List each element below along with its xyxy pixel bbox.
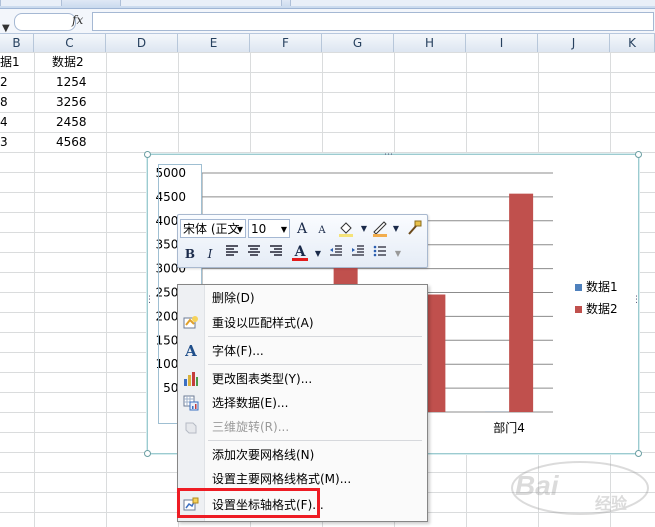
menu-item-reset-style[interactable]: 重设以匹配样式(A) [178, 311, 427, 335]
menu-item-select-data[interactable]: 选择数据(E)... [178, 391, 427, 415]
chevron-down-icon[interactable]: ▼ [281, 220, 287, 237]
mini-format-toolbar: 宋体 (正文 ▼ 10 ▼ A A ▼ ▼ B I A ▼ ▼ [177, 214, 428, 268]
menu-item-label: 选择数据(E)... [212, 396, 289, 410]
format-painter-icon[interactable] [404, 219, 424, 239]
font-color-button[interactable]: A [290, 242, 310, 262]
chart-type-icon [183, 371, 199, 387]
font-name-value: 宋体 (正文 [183, 222, 240, 236]
legend-swatch [575, 284, 582, 291]
watermark-text: Bai [515, 470, 559, 501]
bar-series2 [509, 193, 534, 412]
menu-separator [208, 336, 422, 337]
menu-item-change-chart-type[interactable]: 更改图表类型(Y)... [178, 367, 427, 391]
reset-style-icon [183, 315, 199, 331]
menu-item-label: 重设以匹配样式(A) [212, 316, 314, 330]
legend-label: 数据2 [586, 301, 618, 316]
menu-item-label: 字体(F)... [212, 344, 264, 358]
bullets-icon[interactable] [370, 244, 390, 264]
chevron-down-icon[interactable]: ▼ [237, 220, 243, 237]
menu-item-label: 添加次要网格线(N) [212, 448, 315, 462]
3d-rotate-icon [183, 419, 199, 435]
x-tick-label: 部门4 [493, 420, 525, 435]
context-menu: 删除(D) 重设以匹配样式(A) A 字体(F)... 更改图表类型(Y)...… [177, 284, 428, 522]
menu-item-label: 删除(D) [212, 291, 255, 305]
decrease-indent-icon[interactable] [326, 244, 346, 264]
grow-font-button[interactable]: A [292, 219, 312, 239]
menu-item-3d-rotation: 三维旋转(R)... [178, 415, 427, 439]
select-data-icon [183, 395, 199, 411]
menu-item-label: 三维旋转(R)... [212, 420, 290, 434]
shrink-font-button[interactable]: A [312, 221, 332, 241]
menu-item-add-minor-gridlines[interactable]: 添加次要网格线(N) [178, 443, 427, 467]
highlight-annotation [177, 488, 320, 518]
align-right-icon[interactable] [266, 244, 286, 264]
align-center-icon[interactable] [244, 244, 264, 264]
menu-separator [208, 364, 422, 365]
font-color-swatch [292, 258, 308, 261]
font-name-field[interactable]: 宋体 (正文 ▼ [180, 219, 246, 238]
fill-color-icon[interactable] [336, 219, 356, 239]
font-size-field[interactable]: 10 ▼ [248, 219, 290, 238]
watermark-suffix: 经验 [595, 494, 628, 513]
baidu-watermark: Bai 经验 [505, 460, 655, 520]
increase-indent-icon[interactable] [348, 244, 368, 264]
menu-item-font[interactable]: A 字体(F)... [178, 339, 427, 363]
align-left-icon[interactable] [222, 244, 242, 264]
chevron-down-icon[interactable]: ▼ [386, 219, 406, 239]
menu-item-label: 更改图表类型(Y)... [212, 372, 313, 386]
chevron-down-icon[interactable]: ▼ [388, 244, 408, 264]
menu-separator [208, 440, 422, 441]
legend-swatch [575, 306, 582, 313]
legend-label: 数据1 [586, 279, 618, 294]
menu-item-delete[interactable]: 删除(D) [178, 286, 427, 310]
bold-button[interactable]: B [180, 244, 200, 264]
italic-button[interactable]: I [200, 244, 220, 264]
font-size-value: 10 [251, 222, 267, 236]
font-icon: A [185, 342, 197, 360]
chevron-down-icon[interactable]: ▼ [308, 244, 328, 264]
